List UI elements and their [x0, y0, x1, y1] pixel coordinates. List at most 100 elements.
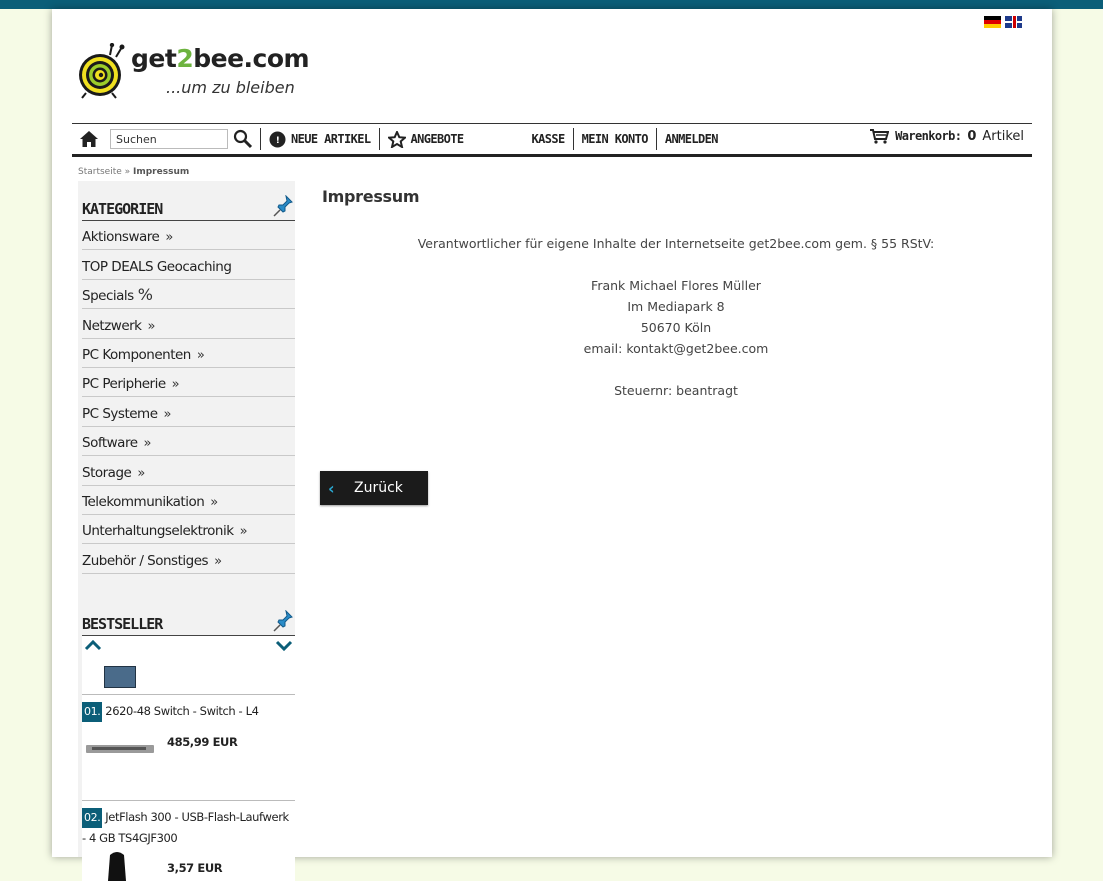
chevron-left-icon: ‹ — [328, 478, 335, 498]
chevron-right-icon: » — [239, 524, 248, 540]
category-item[interactable]: PC Systeme » — [82, 397, 295, 427]
impressum-line: Verantwortlicher für eigene Inhalte der … — [417, 236, 935, 251]
category-item[interactable]: Specials% — [82, 280, 295, 310]
site-logo[interactable]: get2bee.com ...um zu bleiben — [78, 41, 318, 101]
nav-new-items-label: Neue Artikel — [291, 132, 371, 146]
nav-separator — [655, 128, 657, 150]
category-label: PC Komponenten — [82, 346, 191, 363]
category-item[interactable]: Storage » — [82, 456, 295, 486]
nav-separator — [260, 128, 261, 150]
chevron-right-icon: » — [210, 494, 218, 510]
impressum-line: Im Mediapark 8 — [627, 299, 725, 314]
chevron-right-icon: » — [165, 230, 173, 246]
chevron-down-icon[interactable] — [275, 638, 293, 652]
nav-offers[interactable]: Angebote — [384, 130, 468, 148]
chevron-right-icon: » — [196, 347, 205, 363]
search-input[interactable] — [110, 129, 228, 149]
cart-label: Warenkorb: — [895, 129, 962, 143]
main-navbar: ! Neue Artikel Angebote Kasse Mein Konto… — [72, 123, 1032, 157]
nav-separator — [378, 128, 380, 150]
breadcrumb-separator: » — [121, 167, 134, 177]
nav-login[interactable]: Anmelden — [661, 132, 722, 146]
nav-offers-label: Angebote — [410, 132, 465, 146]
page-container: get2bee.com ...um zu bleiben ! Neue Arti… — [52, 9, 1052, 881]
product-price: 3,57 EUR — [167, 861, 223, 875]
language-switcher — [984, 16, 1022, 28]
svg-text:!: ! — [276, 136, 280, 146]
search-icon[interactable] — [230, 127, 256, 151]
bestseller-item[interactable]: 02. JetFlash 300 - USB-Flash-Laufwerk - 4… — [82, 801, 295, 881]
category-label: Specials — [82, 288, 134, 305]
snail-logo-icon — [79, 43, 125, 99]
percent-icon: % — [137, 285, 153, 305]
page-title: Impressum — [322, 187, 420, 206]
star-icon — [387, 130, 406, 148]
category-item[interactable]: PC Peripherie » — [82, 368, 295, 398]
category-item[interactable]: Telekommunikation » — [82, 486, 295, 515]
bestseller-header: Bestseller — [82, 596, 295, 636]
breadcrumb-home[interactable]: Startseite — [78, 167, 122, 177]
chevron-right-icon: » — [163, 406, 172, 422]
chevron-right-icon: » — [171, 377, 180, 393]
category-item[interactable]: TOP DEALS Geocaching — [82, 250, 295, 280]
back-button-label: Zurück — [354, 480, 403, 496]
category-item[interactable]: PC Komponenten » — [82, 339, 295, 368]
category-list: Aktionsware » TOP DEALS Geocaching Specials… — [82, 221, 295, 574]
rank-badge: 02. — [82, 808, 103, 828]
category-label: Aktionsware — [82, 229, 160, 246]
category-label: Telekommunikation — [82, 493, 205, 510]
new-badge-icon: ! — [269, 131, 286, 147]
usb-stick-product-image[interactable] — [104, 851, 130, 881]
product-thumbnail[interactable] — [104, 666, 136, 688]
cart-summary[interactable]: Warenkorb: 0 Artikel — [869, 128, 1024, 144]
pin-icon — [273, 610, 293, 632]
impressum-text: Verantwortlicher für eigene Inhalte der … — [320, 233, 1032, 401]
chevron-right-icon: » — [214, 553, 222, 569]
bestseller-title: Bestseller — [82, 615, 163, 633]
logo-wordmark: get2bee.com — [131, 44, 310, 73]
chevron-right-icon: » — [143, 436, 152, 452]
breadcrumb-current: Impressum — [133, 167, 190, 177]
category-item[interactable]: Unterhaltungselektronik » — [82, 515, 295, 545]
product-name[interactable]: JetFlash 300 - USB-Flash-Laufwerk - 4 GB… — [82, 810, 289, 845]
chevron-right-icon: » — [147, 318, 156, 334]
category-item[interactable]: Aktionsware » — [82, 221, 295, 251]
back-button[interactable]: ‹ Zurück — [320, 471, 428, 505]
chevron-up-icon[interactable] — [84, 638, 102, 652]
top-accent-bar — [0, 0, 1103, 9]
flag-en-icon[interactable] — [1005, 16, 1022, 28]
nav-my-account[interactable]: Mein Konto — [578, 132, 652, 146]
sidebar: Kategorien Aktionsware » TOP DEALS Geocach… — [78, 181, 295, 881]
nav-checkout[interactable]: Kasse — [528, 132, 569, 146]
category-label: TOP DEALS Geocaching — [82, 258, 232, 275]
bestseller-box: Bestseller 01. 2620-48 Switch - Switch - … — [82, 596, 295, 881]
home-icon[interactable] — [76, 126, 102, 152]
category-label: Unterhaltungselektronik — [82, 523, 234, 540]
switch-product-image[interactable] — [86, 744, 154, 754]
category-label: PC Systeme — [82, 405, 158, 422]
product-price: 485,99 EUR — [167, 735, 238, 749]
rank-badge: 01. — [82, 702, 103, 722]
nav-new-items[interactable]: ! Neue Artikel — [265, 131, 375, 148]
category-label: Software — [82, 435, 138, 452]
impressum-line: Steuernr: beantragt — [614, 383, 738, 398]
category-item[interactable]: Zubehör / Sonstiges » — [82, 544, 295, 574]
bestseller-item[interactable]: 01. 2620-48 Switch - Switch - L4 485,99 E… — [82, 695, 295, 801]
category-label: Zubehör / Sonstiges — [82, 552, 209, 569]
cart-count: 0 — [967, 128, 977, 144]
pin-icon — [273, 195, 293, 217]
flag-de-icon[interactable] — [984, 16, 1001, 28]
category-item[interactable]: Netzwerk » — [82, 309, 295, 339]
bestseller-scroller — [82, 636, 295, 660]
cart-icon — [870, 129, 890, 144]
product-name[interactable]: 2620-48 Switch - Switch - L4 — [105, 704, 259, 718]
breadcrumb: Startseite » Impressum — [78, 167, 189, 177]
category-label: PC Peripherie — [82, 376, 166, 393]
chevron-right-icon: » — [137, 465, 145, 481]
categories-header: Kategorien — [82, 181, 295, 221]
main-content: Impressum Verantwortlicher für eigene In… — [320, 181, 1032, 505]
category-item[interactable]: Software » — [82, 427, 295, 457]
nav-separator — [572, 128, 574, 150]
